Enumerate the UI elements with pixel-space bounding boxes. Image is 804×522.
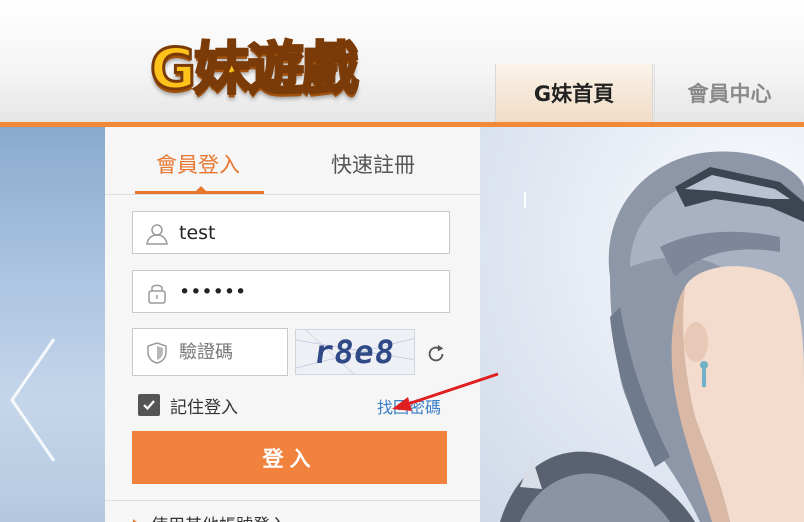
tab-member-login[interactable]: 會員登入 [156,149,240,179]
login-tabs: 會員登入 快速註冊 [105,127,480,195]
lock-icon [148,284,166,304]
login-panel: 會員登入 快速註冊 r8e8 [105,127,480,522]
other-account-login-label: 使用其他帳號登入 [151,511,287,522]
checkmark-icon [143,400,155,411]
banner-character-art [480,127,804,522]
nav-tab-home-label: G妹首頁 [533,82,615,106]
tab-quick-register[interactable]: 快速註冊 [331,149,415,179]
user-icon [146,224,168,245]
username-field[interactable] [132,211,450,254]
remember-login[interactable]: 記住登入 [138,392,238,418]
shield-icon [147,342,167,364]
login-button[interactable]: 登入 [132,431,447,484]
other-account-login[interactable]: 使用其他帳號登入 [133,511,287,522]
captcha-input[interactable] [179,329,279,375]
site-logo[interactable]: G妹遊戲 [149,20,425,112]
site-header: G妹遊戲 G妹首頁 會員中心 [0,0,804,122]
nav-tab-member-center-label: 會員中心 [687,82,772,106]
password-field[interactable] [132,270,450,313]
nav-tab-member-center[interactable]: 會員中心 [654,64,804,122]
character-illustration [500,151,804,522]
forgot-password-link[interactable]: 找回密碼 [377,394,441,418]
remember-label: 記住登入 [170,397,238,418]
divider [105,500,480,501]
caret-right-icon [133,518,139,522]
password-input[interactable] [179,271,439,312]
active-tab-indicator [135,191,264,194]
captcha-image: r8e8 [295,329,415,375]
logo-text: G妹遊戲 [149,36,360,104]
active-tab-caret [196,186,206,191]
nav-tab-home[interactable]: G妹首頁 [495,64,653,122]
carousel-prev-arrow-icon[interactable] [8,335,58,465]
username-input[interactable] [179,212,439,253]
captcha-text: r8e8 [311,333,398,371]
remember-checkbox[interactable] [138,394,160,416]
captcha-field[interactable] [132,328,288,376]
refresh-icon[interactable] [425,343,447,365]
